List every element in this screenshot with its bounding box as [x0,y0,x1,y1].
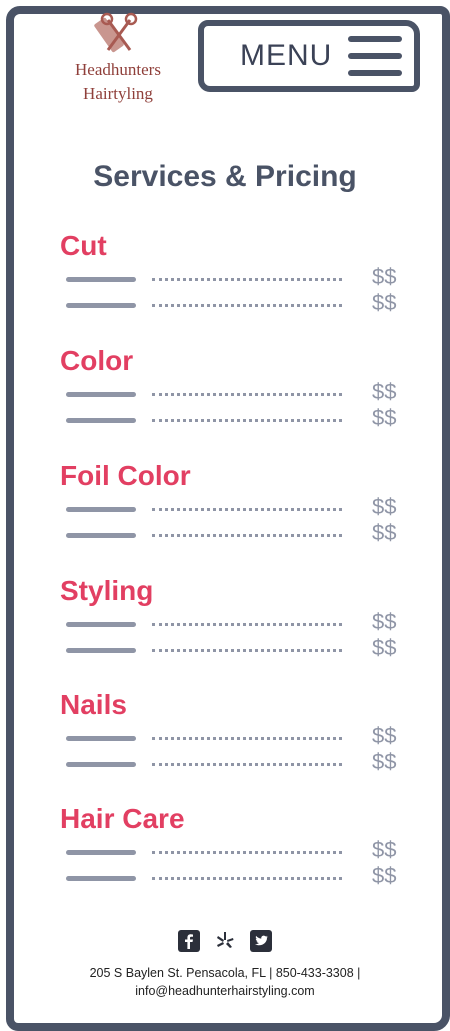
menu-button[interactable]: MENU [198,20,420,92]
leader-dots [152,851,342,854]
service-name-placeholder [66,533,136,538]
price: $$ [372,290,397,315]
page-title: Services & Pricing [93,160,357,193]
price: $$ [372,635,397,660]
service-section-styling: Styling $$ $$ [0,575,450,675]
address-line: 205 S Baylen St. Pensacola, FL | 850-433… [89,966,361,980]
service-row: $$ [0,494,450,520]
service-name-placeholder [66,648,136,653]
service-row: $$ [0,837,450,863]
hamburger-icon [348,36,403,76]
price: $$ [372,723,397,748]
social-links [0,930,450,952]
service-section-color: Color $$ $$ [0,345,450,445]
leader-dots [152,278,342,281]
service-name-placeholder [66,850,136,855]
leader-dots [152,508,342,511]
facebook-icon[interactable] [178,930,200,952]
section-title: Foil Color [60,460,191,491]
service-row: $$ [0,749,450,775]
service-name-placeholder [66,418,136,423]
service-name-placeholder [66,507,136,512]
contact-info: 205 S Baylen St. Pensacola, FL | 850-433… [0,964,450,1000]
service-row: $$ [0,723,450,749]
price: $$ [372,264,397,289]
service-name-placeholder [66,303,136,308]
service-name-placeholder [66,392,136,397]
section-title: Color [60,345,134,376]
section-title: Nails [60,689,127,720]
price: $$ [372,379,397,404]
service-row: $$ [0,609,450,635]
price: $$ [372,520,397,545]
service-name-placeholder [66,762,136,767]
menu-label: MENU [240,39,333,72]
service-name-placeholder [66,736,136,741]
logo[interactable]: Headhunters Hairtyling [58,12,178,106]
email-link[interactable]: info@headhunterhairstyling.com [0,982,450,1000]
service-section-hair-care: Hair Care $$ $$ [0,803,450,903]
scissors-comb-icon [94,12,138,53]
service-row: $$ [0,635,450,661]
section-title: Cut [60,230,107,261]
twitter-icon[interactable] [250,930,272,952]
service-section-nails: Nails $$ $$ [0,689,450,789]
price: $$ [372,863,397,888]
service-name-placeholder [66,277,136,282]
price: $$ [372,494,397,519]
service-row: $$ [0,379,450,405]
leader-dots [152,737,342,740]
service-row: $$ [0,520,450,546]
logo-line-2: Hairtyling [83,84,153,103]
service-section-cut: Cut $$ $$ [0,230,450,330]
service-section-foil-color: Foil Color $$ $$ [0,460,450,560]
section-title: Hair Care [60,803,185,834]
price: $$ [372,405,397,430]
service-row: $$ [0,264,450,290]
leader-dots [152,623,342,626]
leader-dots [152,534,342,537]
service-row: $$ [0,290,450,316]
leader-dots [152,877,342,880]
yelp-icon[interactable] [214,930,236,952]
leader-dots [152,649,342,652]
leader-dots [152,304,342,307]
leader-dots [152,763,342,766]
logo-line-1: Headhunters [75,60,161,79]
price: $$ [372,749,397,774]
section-title: Styling [60,575,154,606]
leader-dots [152,419,342,422]
price: $$ [372,609,397,634]
service-row: $$ [0,863,450,889]
service-name-placeholder [66,622,136,627]
leader-dots [152,393,342,396]
price: $$ [372,837,397,862]
service-name-placeholder [66,876,136,881]
service-row: $$ [0,405,450,431]
